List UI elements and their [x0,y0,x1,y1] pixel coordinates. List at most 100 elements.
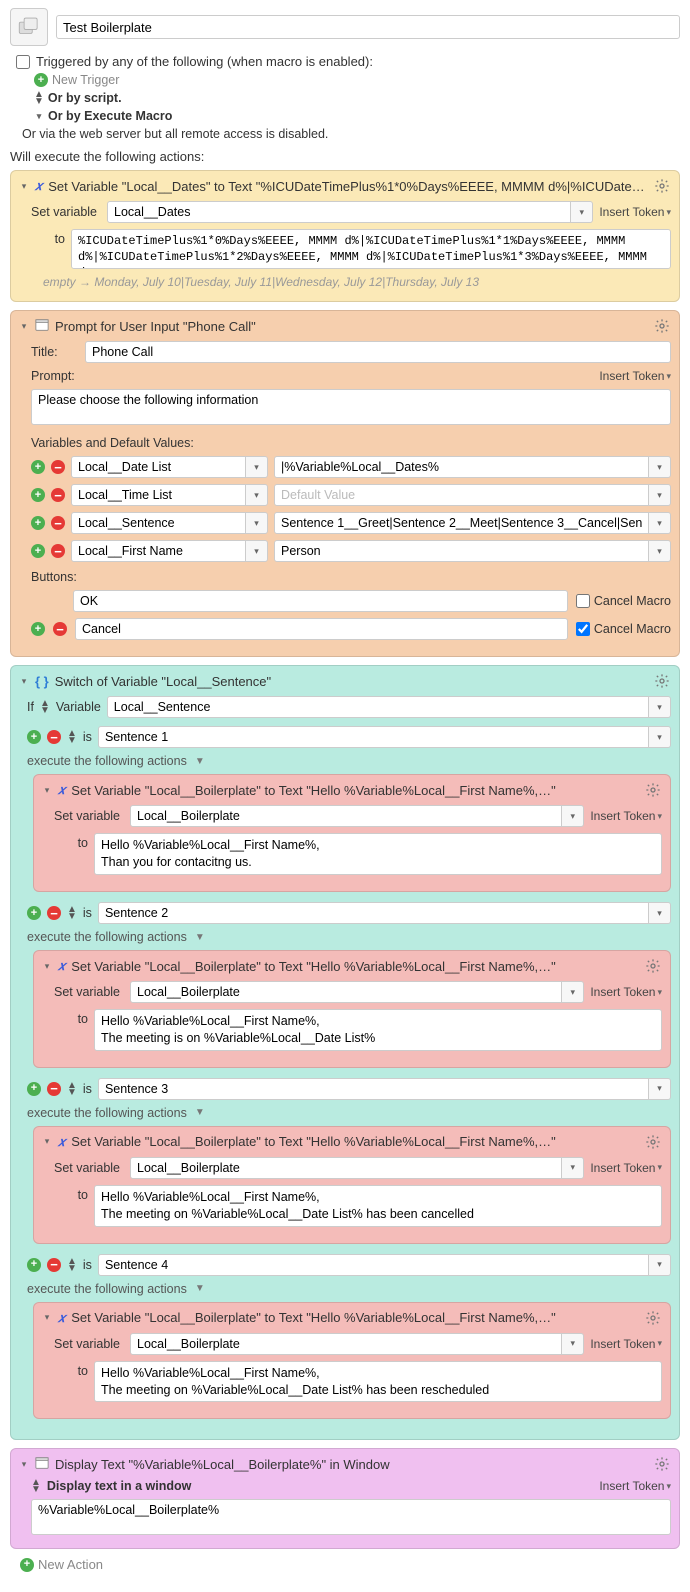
add-case-button[interactable]: + [27,730,41,744]
inner-text-input[interactable] [94,1361,662,1403]
var-default-input[interactable] [274,512,649,534]
case-match-input[interactable] [98,1254,649,1276]
var-default-dropdown-button[interactable]: ▾ [649,540,671,562]
switch-variable-input[interactable] [107,696,649,718]
disclosure-icon[interactable]: ▾ [42,1312,52,1323]
var-default-input[interactable] [274,456,649,478]
add-case-button[interactable]: + [27,1258,41,1272]
var-default-input[interactable] [274,484,649,506]
var-dropdown-button[interactable]: ▾ [246,484,268,506]
insert-token-button[interactable]: Insert Token▾ [599,369,671,383]
up-down-icon[interactable]: ▲▼ [31,1479,41,1493]
add-case-button[interactable]: + [27,1082,41,1096]
prompt-text-input[interactable]: Please choose the following information [31,389,671,425]
disclosure-icon[interactable]: ▾ [19,181,29,192]
gear-icon[interactable] [644,1133,662,1151]
remove-var-button[interactable]: − [51,488,65,502]
var-dropdown-button[interactable]: ▾ [246,456,268,478]
case-dropdown-button[interactable]: ▾ [649,1254,671,1276]
remove-case-button[interactable]: − [47,1258,61,1272]
variable-dropdown-button[interactable]: ▾ [562,981,584,1003]
gear-icon[interactable] [653,317,671,335]
variable-dropdown-button[interactable]: ▾ [562,805,584,827]
macro-title-input[interactable] [56,15,680,39]
triangle-down-icon[interactable]: ▼ [195,932,205,943]
to-text-input[interactable]: %ICUDateTimePlus%1*0%Days%EEEE, MMMM d%|… [71,229,671,269]
cancel-macro-check[interactable]: Cancel Macro [576,622,671,636]
case-match-input[interactable] [98,902,649,924]
new-trigger-button[interactable]: + New Trigger [34,73,680,87]
var-name-input[interactable] [71,456,246,478]
inner-text-input[interactable] [94,833,662,875]
add-var-button[interactable]: + [31,460,45,474]
triangle-down-icon[interactable]: ▼ [195,756,205,767]
insert-token-button[interactable]: Insert Token▾ [590,1161,662,1175]
trigger-any-checkbox[interactable] [16,55,30,69]
var-name-input[interactable] [71,540,246,562]
display-text-input[interactable]: %Variable%Local__Boilerplate% [31,1499,671,1535]
triangle-down-icon[interactable]: ▼ [195,1107,205,1118]
disclosure-icon[interactable]: ▾ [42,1136,52,1147]
or-by-script[interactable]: ▲▼ Or by script. [34,91,680,105]
prompt-title-input[interactable] [85,341,671,363]
inner-var-input[interactable] [130,1157,562,1179]
insert-token-button[interactable]: Insert Token▾ [599,205,671,219]
var-default-dropdown-button[interactable]: ▾ [649,484,671,506]
add-var-button[interactable]: + [31,544,45,558]
remove-button-btn[interactable]: − [53,622,67,636]
disclosure-icon[interactable]: ▾ [42,785,52,796]
button-label-input[interactable] [75,618,568,640]
disclosure-icon[interactable]: ▾ [19,676,29,687]
insert-token-button[interactable]: Insert Token▾ [599,1479,671,1493]
up-down-icon[interactable]: ▲▼ [67,730,77,744]
inner-text-input[interactable] [94,1009,662,1051]
case-dropdown-button[interactable]: ▾ [649,902,671,924]
up-down-icon[interactable]: ▲▼ [67,1082,77,1096]
case-match-input[interactable] [98,726,649,748]
variable-dropdown-button[interactable]: ▾ [562,1157,584,1179]
remove-var-button[interactable]: − [51,460,65,474]
add-button-btn[interactable]: + [31,622,45,636]
var-dropdown-button[interactable]: ▾ [246,540,268,562]
inner-text-input[interactable] [94,1185,662,1227]
inner-var-input[interactable] [130,981,562,1003]
gear-icon[interactable] [644,781,662,799]
var-default-input[interactable] [274,540,649,562]
cancel-macro-check[interactable]: Cancel Macro [576,594,671,608]
remove-case-button[interactable]: − [47,1082,61,1096]
up-down-icon[interactable]: ▲▼ [67,1258,77,1272]
new-action-button[interactable]: + New Action [20,1557,680,1572]
variable-dropdown-button[interactable]: ▾ [571,201,593,223]
remove-var-button[interactable]: − [51,544,65,558]
disclosure-icon[interactable]: ▾ [42,961,52,972]
inner-var-input[interactable] [130,1333,562,1355]
add-var-button[interactable]: + [31,516,45,530]
inner-var-input[interactable] [130,805,562,827]
gear-icon[interactable] [644,1309,662,1327]
insert-token-button[interactable]: Insert Token▾ [590,1337,662,1351]
var-name-input[interactable] [71,512,246,534]
variable-dropdown-button[interactable]: ▾ [649,696,671,718]
button-label-input[interactable] [73,590,568,612]
triangle-down-icon[interactable]: ▼ [195,1283,205,1294]
variable-dropdown-button[interactable]: ▾ [562,1333,584,1355]
add-var-button[interactable]: + [31,488,45,502]
add-case-button[interactable]: + [27,906,41,920]
var-default-dropdown-button[interactable]: ▾ [649,456,671,478]
insert-token-button[interactable]: Insert Token▾ [590,985,662,999]
remove-case-button[interactable]: − [47,730,61,744]
up-down-icon[interactable]: ▲▼ [40,700,50,714]
gear-icon[interactable] [653,672,671,690]
gear-icon[interactable] [653,177,671,195]
gear-icon[interactable] [653,1455,671,1473]
remove-var-button[interactable]: − [51,516,65,530]
var-dropdown-button[interactable]: ▾ [246,512,268,534]
case-dropdown-button[interactable]: ▾ [649,1078,671,1100]
disclosure-icon[interactable]: ▾ [19,321,29,332]
gear-icon[interactable] [644,957,662,975]
case-dropdown-button[interactable]: ▾ [649,726,671,748]
remove-case-button[interactable]: − [47,906,61,920]
variable-name-input[interactable] [107,201,571,223]
up-down-icon[interactable]: ▲▼ [67,906,77,920]
insert-token-button[interactable]: Insert Token▾ [590,809,662,823]
